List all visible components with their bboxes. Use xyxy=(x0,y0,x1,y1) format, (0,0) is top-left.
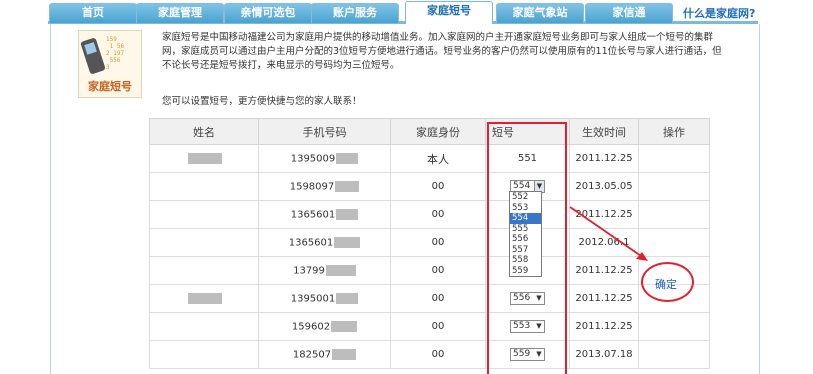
col-header-role: 家庭身份 xyxy=(390,118,486,145)
member-name xyxy=(149,200,259,229)
tab-account-service[interactable]: 账户服务 xyxy=(311,3,399,23)
member-effective-date: 2011.12.25 xyxy=(569,256,639,285)
member-name xyxy=(149,340,259,369)
member-name xyxy=(149,172,259,201)
mobile-phone-icon xyxy=(80,37,106,75)
member-action xyxy=(638,228,710,257)
member-name xyxy=(149,144,259,173)
table-row: 1365601 00 2012.06.1 xyxy=(149,228,710,257)
logo-numbers: 159 1 56 2 197 556 3 xyxy=(106,36,125,71)
top-navigation: 首页 家庭管理 亲情可选包 账户服务 家庭短号 家庭气象站 家信通 什么是家庭网… xyxy=(0,0,813,24)
member-phone: 1365601 xyxy=(258,200,391,229)
member-action xyxy=(638,340,710,369)
member-action xyxy=(638,144,710,173)
member-effective-date: 2012.06.1 xyxy=(569,228,639,257)
redacted-digits xyxy=(336,152,359,164)
member-action xyxy=(638,312,710,341)
member-role: 00 xyxy=(390,172,486,201)
table-row: 13799 00 2011.12.25 xyxy=(149,256,710,285)
member-phone: 13799 xyxy=(258,256,391,285)
table-row: 1395009 本人 551 2011.12.25 xyxy=(149,144,710,173)
member-phone: 1395001 xyxy=(258,284,391,313)
col-header-action: 操作 xyxy=(638,118,710,145)
member-phone: 1598097 xyxy=(258,172,391,201)
table-row: 1598097 00 554 ▼ 2013.05.05 xyxy=(149,172,710,201)
member-effective-date: 2013.07.18 xyxy=(569,340,639,369)
member-phone: 159602 xyxy=(258,312,391,341)
table-row: 182507 00 559 ▼ 2013.07.18 xyxy=(149,340,710,369)
redacted-name xyxy=(187,152,222,164)
member-role: 00 xyxy=(390,340,486,369)
tab-family-short-number[interactable]: 家庭短号 xyxy=(405,1,493,24)
redacted-digits xyxy=(325,264,356,276)
member-role: 00 xyxy=(390,228,486,257)
member-effective-date: 2011.12.25 xyxy=(569,312,639,341)
member-effective-date: 2011.12.25 xyxy=(569,200,639,229)
tab-family-management[interactable]: 家庭管理 xyxy=(136,3,224,23)
redacted-digits xyxy=(334,236,361,248)
member-effective-date: 2011.12.25 xyxy=(569,144,639,173)
col-header-name: 姓名 xyxy=(149,118,259,145)
family-short-number-logo: 159 1 56 2 197 556 3 家庭短号 xyxy=(78,30,142,98)
tab-family-message[interactable]: 家信通 xyxy=(585,3,673,23)
member-phone: 1395009 xyxy=(258,144,391,173)
member-name xyxy=(149,284,259,313)
member-phone: 182507 xyxy=(258,340,391,369)
col-header-phone: 手机号码 xyxy=(258,118,391,145)
member-role: 00 xyxy=(390,312,486,341)
redacted-name xyxy=(187,292,222,304)
table-row: 1395001 00 556 ▼ 2011.12.25 xyxy=(149,284,710,313)
redacted-digits xyxy=(336,292,359,304)
redacted-digits xyxy=(336,208,359,220)
member-effective-date: 2013.05.05 xyxy=(569,172,639,201)
setting-tip: 您可以设置短号，更方便快捷与您的家人联系！ xyxy=(162,96,362,107)
logo-caption: 家庭短号 xyxy=(88,80,132,93)
redacted-digits xyxy=(332,348,357,360)
tab-family-packages[interactable]: 亲情可选包 xyxy=(224,3,312,23)
member-action xyxy=(638,172,710,201)
member-action xyxy=(638,200,710,229)
table-row: 159602 00 553 ▼ 2011.12.25 xyxy=(149,312,710,341)
member-role: 00 xyxy=(390,284,486,313)
member-name xyxy=(149,256,259,285)
member-name xyxy=(149,228,259,257)
family-member-table: 姓名 手机号码 家庭身份 短号 生效时间 操作 1395009 本人 551 2… xyxy=(149,118,710,369)
member-role: 00 xyxy=(390,200,486,229)
table-header-row: 姓名 手机号码 家庭身份 短号 生效时间 操作 xyxy=(149,118,710,145)
table-row: 1365601 00 2011.12.25 xyxy=(149,200,710,229)
member-role: 本人 xyxy=(390,144,486,173)
service-description: 家庭短号是中国移动福建公司为家庭用户提供的移动增值业务。加入家庭网的户主开通家庭… xyxy=(162,32,722,71)
member-phone: 1365601 xyxy=(258,228,391,257)
col-header-effective-date: 生效时间 xyxy=(569,118,639,145)
highlight-box xyxy=(487,122,567,374)
member-role: 00 xyxy=(390,256,486,285)
what-is-family-network-link[interactable]: 什么是家庭网? xyxy=(683,5,755,21)
redacted-digits xyxy=(335,180,360,192)
tab-family-weather[interactable]: 家庭气象站 xyxy=(496,3,584,23)
tab-home[interactable]: 首页 xyxy=(49,3,137,23)
member-effective-date: 2011.12.25 xyxy=(569,284,639,313)
confirm-button[interactable]: 确定 xyxy=(655,276,677,292)
redacted-digits xyxy=(331,320,358,332)
member-name xyxy=(149,312,259,341)
